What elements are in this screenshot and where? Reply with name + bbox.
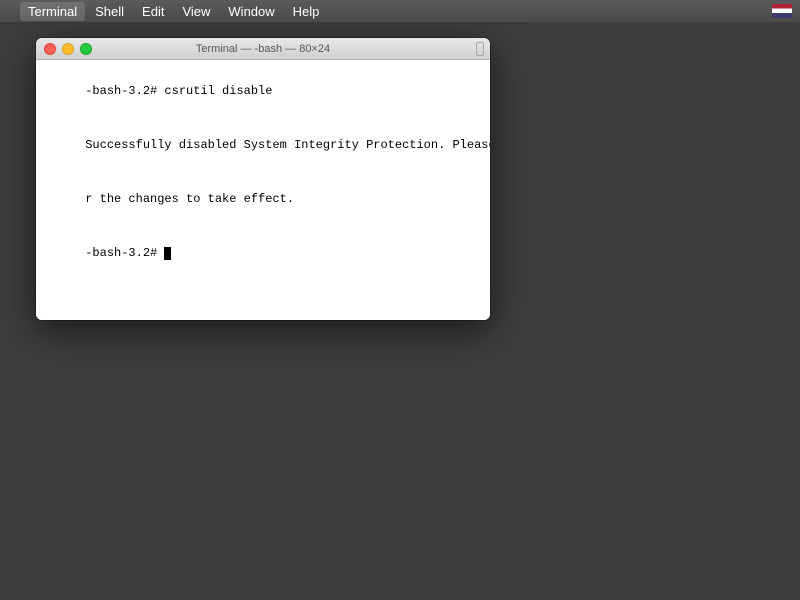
scroll-indicator	[476, 42, 484, 56]
title-bar: Terminal — -bash — 80×24	[36, 38, 490, 60]
window-title: Terminal — -bash — 80×24	[196, 43, 330, 55]
terminal-prompt: -bash-3.2#	[85, 246, 164, 260]
terminal-line-2: Successfully disabled System Integrity P…	[85, 138, 490, 152]
close-button[interactable]	[44, 43, 56, 55]
menubar-item-terminal[interactable]: Terminal	[20, 2, 85, 21]
maximize-button[interactable]	[80, 43, 92, 55]
menubar-right	[772, 4, 792, 18]
terminal-line-1: -bash-3.2# csrutil disable	[85, 84, 272, 98]
menubar-item-view[interactable]: View	[174, 2, 218, 21]
terminal-line-3: r the changes to take effect.	[85, 192, 294, 206]
terminal-window: Terminal — -bash — 80×24 -bash-3.2# csru…	[36, 38, 490, 320]
menubar-items: Terminal Shell Edit View Window Help	[20, 2, 772, 21]
menubar-item-edit[interactable]: Edit	[134, 2, 172, 21]
menubar-item-help[interactable]: Help	[285, 2, 328, 21]
flag-icon	[772, 4, 792, 18]
menubar-item-shell[interactable]: Shell	[87, 2, 132, 21]
window-controls	[44, 43, 92, 55]
terminal-content[interactable]: -bash-3.2# csrutil disable Successfully …	[36, 60, 490, 320]
menubar-item-window[interactable]: Window	[220, 2, 282, 21]
menubar: Terminal Shell Edit View Window Help	[0, 0, 800, 22]
minimize-button[interactable]	[62, 43, 74, 55]
cursor	[164, 247, 171, 260]
desktop: Terminal — -bash — 80×24 -bash-3.2# csru…	[0, 22, 800, 600]
